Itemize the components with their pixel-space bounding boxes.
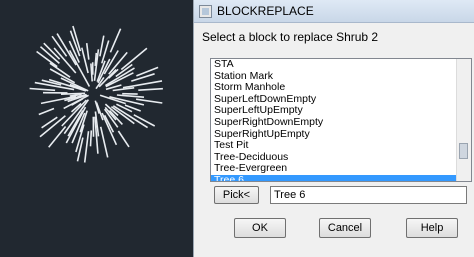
list-scrollbar[interactable]: [456, 59, 471, 181]
shrub-stroke: [136, 66, 159, 77]
shrub-stroke: [122, 80, 163, 89]
shrub-stroke: [116, 103, 133, 113]
list-item[interactable]: Tree-Evergreen: [211, 163, 457, 175]
shrub-stroke: [41, 116, 58, 129]
shrub-stroke: [29, 87, 56, 92]
list-item[interactable]: Tree 6: [211, 174, 457, 181]
title-bar: BLOCKREPLACE: [194, 0, 474, 23]
help-button[interactable]: Help: [406, 218, 458, 238]
cancel-button[interactable]: Cancel: [319, 218, 371, 238]
list-item[interactable]: STA: [211, 59, 457, 71]
prompt-label: Select a block to replace Shrub 2: [202, 30, 379, 44]
shrub-stroke: [109, 28, 122, 53]
shrub-stroke: [48, 125, 67, 148]
shrub-stroke: [83, 131, 90, 163]
shrub-stroke: [112, 105, 149, 129]
shrub-stroke: [131, 73, 155, 82]
blockreplace-dialog: BLOCKREPLACE Select a block to replace S…: [193, 0, 474, 257]
shrub-stroke: [89, 130, 93, 147]
block-list[interactable]: STA Station Mark Storm Manhole SuperLeftDow…: [210, 58, 472, 182]
block-list-items: STA Station Mark Storm Manhole SuperLeftDow…: [211, 59, 457, 181]
dialog-title: BLOCKREPLACE: [217, 4, 314, 18]
shrub-stroke: [85, 42, 90, 60]
shrub-symbol-icon: [29, 25, 163, 163]
shrub-stroke: [38, 107, 55, 116]
app-icon: [199, 4, 212, 18]
pick-button[interactable]: Pick<: [214, 186, 259, 204]
drawing-canvas[interactable]: [0, 0, 193, 257]
shrub-stroke: [99, 35, 105, 57]
shrub-stroke: [135, 98, 163, 104]
block-name-field[interactable]: Tree 6: [270, 186, 467, 204]
shrub-stroke: [99, 126, 109, 158]
shrub-stroke: [120, 47, 148, 71]
scrollbar-thumb[interactable]: [459, 143, 468, 159]
shrub-stroke: [117, 130, 130, 148]
shrub-stroke: [109, 96, 145, 106]
list-item[interactable]: SuperRightDownEmpty: [211, 116, 457, 129]
list-item[interactable]: Test Pit: [211, 140, 457, 152]
shrub-stroke: [116, 94, 145, 98]
shrub-stroke: [138, 87, 163, 91]
ok-button[interactable]: OK: [234, 218, 286, 238]
